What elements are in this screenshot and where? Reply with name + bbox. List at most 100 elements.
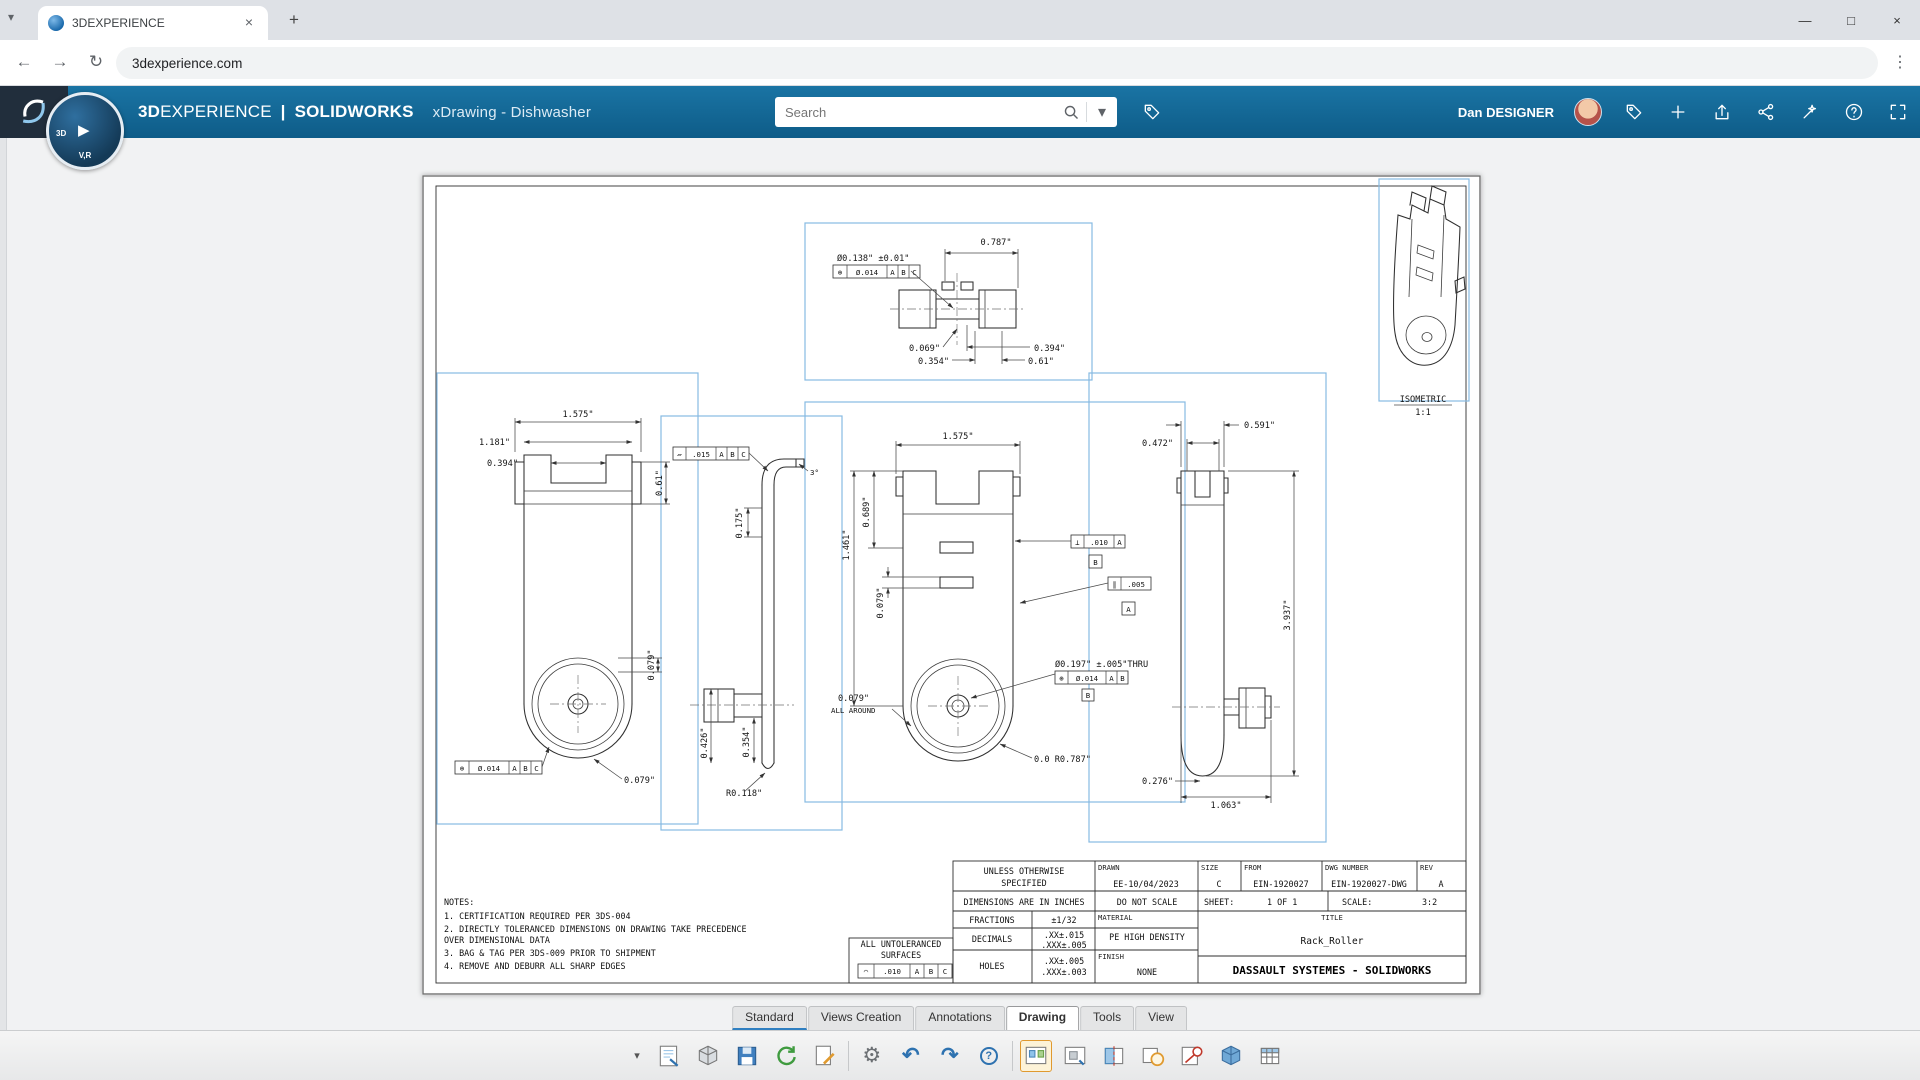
window-maximize-button[interactable]: □ xyxy=(1828,0,1874,40)
title-block[interactable]: UNLESS OTHERWISE SPECIFIED DRAWN EE-10/0… xyxy=(848,860,1467,984)
collaboration-icon[interactable] xyxy=(1754,100,1778,124)
options-gear-icon[interactable]: ⚙ xyxy=(856,1040,888,1072)
user-avatar[interactable] xyxy=(1574,98,1602,126)
dimension-label[interactable]: 0.276" xyxy=(1142,777,1173,787)
forward-button[interactable]: → xyxy=(48,52,72,72)
drawing-canvas[interactable]: 0.787" Ø0.138" ±0.01" ⊕ Ø.014 A B C 0.06… xyxy=(0,138,1920,1080)
drawing-view-top[interactable]: 0.787" Ø0.138" ±0.01" ⊕ Ø.014 A B C 0.06… xyxy=(832,238,1065,367)
dimension-label[interactable]: 0.394" xyxy=(1034,344,1065,354)
search-dropdown-chevron-icon[interactable]: ▾ xyxy=(1087,98,1117,126)
dimension-label[interactable]: 1.181" xyxy=(479,438,510,448)
url-input[interactable] xyxy=(132,55,1862,71)
drawing-sheet[interactable]: 0.787" Ø0.138" ±0.01" ⊕ Ø.014 A B C 0.06… xyxy=(422,175,1481,995)
dimension-label[interactable]: 0.61" xyxy=(655,470,665,496)
help-icon[interactable] xyxy=(1842,100,1866,124)
address-bar[interactable] xyxy=(116,47,1878,79)
ribbon-tab-views-creation[interactable]: Views Creation xyxy=(807,1006,915,1030)
bom-table-icon[interactable] xyxy=(1254,1040,1286,1072)
view-orientation-icon[interactable] xyxy=(692,1040,724,1072)
drawing-view-isometric[interactable]: ISOMETRIC 1:1 xyxy=(1393,185,1466,418)
dimension-label[interactable]: R0.118" xyxy=(726,789,762,799)
bookmark-tag-icon[interactable] xyxy=(1140,100,1164,124)
model-view-icon[interactable] xyxy=(1059,1040,1091,1072)
browser-tab[interactable]: 3DEXPERIENCE × xyxy=(38,6,268,40)
drawing-view-right[interactable]: 0.591" 0.472" 3.937" 0.276" 1.063" xyxy=(1142,421,1299,811)
dimension-label[interactable]: 0.426" xyxy=(700,727,710,758)
fcf-position-hole[interactable]: ⊕ Ø.014 A B xyxy=(1054,670,1129,685)
section-view-icon[interactable] xyxy=(1098,1040,1130,1072)
dimension-label[interactable]: 3.937" xyxy=(1283,599,1293,630)
dimension-label[interactable]: 1.461" xyxy=(842,529,852,560)
drawing-sheet-icon[interactable] xyxy=(653,1040,685,1072)
window-close-button[interactable]: × xyxy=(1874,0,1920,40)
dimension-label[interactable]: ALL AROUND xyxy=(831,706,876,715)
sheet-format-icon[interactable] xyxy=(809,1040,841,1072)
toolbar-overflow-chevron-icon[interactable]: ▾ xyxy=(634,1049,640,1062)
add-icon[interactable] xyxy=(1666,100,1690,124)
back-button[interactable]: ← xyxy=(12,52,36,72)
datum-feature-b[interactable]: B xyxy=(1088,554,1103,569)
datum-feature-b-hole[interactable]: B xyxy=(1081,688,1095,702)
notes-block[interactable]: NOTES: 1. CERTIFICATION REQUIRED PER 3DS… xyxy=(444,897,747,971)
dimension-label[interactable]: 0.0 R0.787" xyxy=(1034,755,1091,765)
detail-view-icon[interactable] xyxy=(1137,1040,1169,1072)
dimension-label[interactable]: 0.787" xyxy=(980,238,1011,248)
datum-feature-a[interactable]: A xyxy=(1121,601,1136,616)
fcf-flatness-profile-view[interactable]: ▱ .015 A B C xyxy=(672,446,750,461)
fullscreen-icon[interactable] xyxy=(1886,100,1910,124)
dimension-label[interactable]: Ø0.138" ±0.01" xyxy=(837,253,909,264)
undo-icon[interactable]: ↶ xyxy=(895,1040,927,1072)
ribbon-tab-annotations[interactable]: Annotations xyxy=(915,1006,1005,1030)
dimension-label[interactable]: 1.575" xyxy=(942,432,973,442)
tab-close-icon[interactable]: × xyxy=(240,14,258,32)
dimension-label[interactable]: 0.591" xyxy=(1244,421,1275,431)
update-icon[interactable] xyxy=(770,1040,802,1072)
dimension-label[interactable]: 1.063" xyxy=(1210,801,1241,811)
ribbon-tab-view[interactable]: View xyxy=(1135,1006,1187,1030)
dimension-label[interactable]: 0.354" xyxy=(742,726,752,757)
search-input[interactable] xyxy=(775,104,1056,120)
dimension-label[interactable]: 3° xyxy=(810,468,819,477)
dimension-label[interactable]: 0.472" xyxy=(1142,439,1173,449)
tag-icon[interactable] xyxy=(1622,100,1646,124)
dimension-label[interactable]: 0.394" xyxy=(487,459,518,469)
ribbon-tab-tools[interactable]: Tools xyxy=(1080,1006,1135,1030)
ribbon-tab-drawing[interactable]: Drawing xyxy=(1005,1006,1080,1030)
dimension-label[interactable]: 0.079" xyxy=(647,649,657,680)
fcf-position-left-view[interactable]: ⊕ Ø.014 A B C xyxy=(454,760,543,775)
search-box[interactable]: ▾ xyxy=(775,97,1117,127)
annotation-note-icon[interactable] xyxy=(1176,1040,1208,1072)
dimension-label[interactable]: 0.079" xyxy=(624,776,655,786)
assistant-icon[interactable] xyxy=(1798,100,1822,124)
3d-compass[interactable]: 3D ▶ V,R xyxy=(46,92,124,170)
dimension-label[interactable]: 0.079" xyxy=(876,587,886,618)
window-minimize-button[interactable]: — xyxy=(1782,0,1828,40)
dimension-label[interactable]: 1.575" xyxy=(562,410,593,420)
drawing-view-front-main[interactable]: 1.575" 1.461" 0.689" 0.079" ⊥ .010 A B ∥… xyxy=(831,432,1152,765)
search-icon[interactable] xyxy=(1056,98,1086,126)
dimension-label[interactable]: 0.079" xyxy=(838,694,869,704)
ribbon-tab-standard[interactable]: Standard xyxy=(732,1006,807,1030)
isometric-cube-icon[interactable] xyxy=(1215,1040,1247,1072)
fcf-position-top-view[interactable]: ⊕ Ø.014 A B C xyxy=(832,264,921,279)
save-icon[interactable] xyxy=(731,1040,763,1072)
compass-play-icon[interactable]: ▶ xyxy=(78,121,90,139)
dimension-label[interactable]: 0.689" xyxy=(862,496,872,527)
redo-icon[interactable]: ↷ xyxy=(934,1040,966,1072)
help-icon[interactable]: ? xyxy=(973,1040,1005,1072)
dimension-label[interactable]: 0.069" xyxy=(909,344,940,354)
share-icon[interactable] xyxy=(1710,100,1734,124)
browser-menu-icon[interactable]: ⋮ xyxy=(1888,52,1912,72)
fcf-perpendicularity[interactable]: ⊥ .010 A xyxy=(1070,534,1126,549)
new-tab-button[interactable]: + xyxy=(282,9,306,33)
dimension-label[interactable]: Ø0.197" ±.005"THRU xyxy=(1055,659,1148,670)
user-name[interactable]: Dan DESIGNER xyxy=(1458,105,1554,120)
dimension-label[interactable]: 0.175" xyxy=(735,507,745,538)
fcf-parallelism[interactable]: ∥ .005 xyxy=(1107,576,1152,591)
dimension-label[interactable]: 0.354" xyxy=(918,357,949,367)
drawing-view-side-profile[interactable]: ▱ .015 A B C 0.175" 3° 0.426" 0.354" R0.… xyxy=(672,446,819,799)
tab-search-chevron-icon[interactable]: ▾ xyxy=(8,10,14,24)
standard-view-tool-icon[interactable] xyxy=(1019,1039,1052,1072)
reload-button[interactable]: ↻ xyxy=(84,52,108,72)
dimension-label[interactable]: 0.61" xyxy=(1028,357,1054,367)
